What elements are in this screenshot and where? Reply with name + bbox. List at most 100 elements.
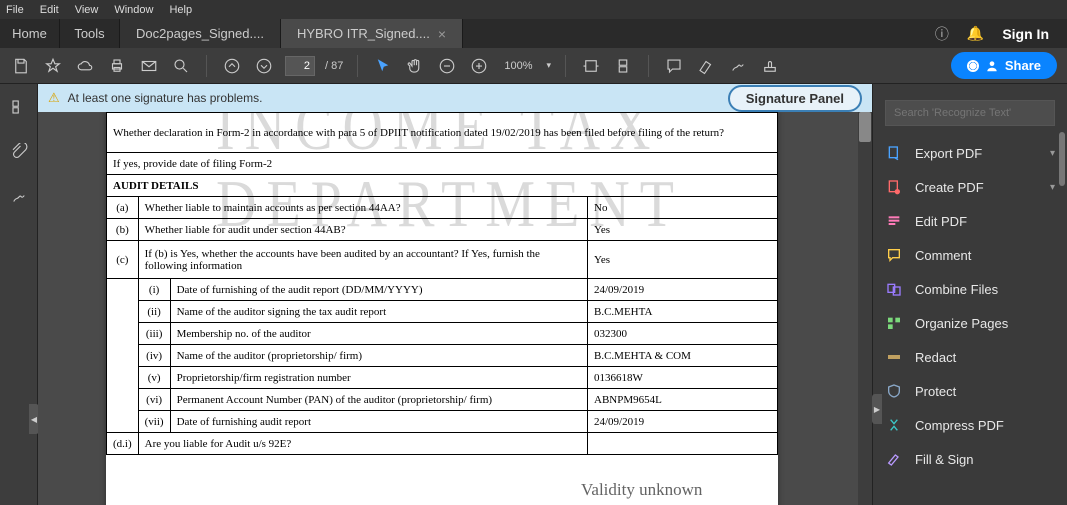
cell-vii-v: 24/09/2019: [588, 411, 778, 433]
edit-icon: [885, 212, 903, 230]
tool-create-pdf[interactable]: Create PDF ▾: [873, 170, 1067, 204]
menu-view[interactable]: View: [75, 4, 99, 16]
cell-iv-label: (iv): [138, 345, 170, 367]
tool-comment[interactable]: Comment: [873, 238, 1067, 272]
comment-tool-icon: [885, 246, 903, 264]
page-down-icon[interactable]: [253, 55, 275, 77]
page-canvas: INCOME TAX DEPARTMENT Validity unknown W…: [106, 112, 778, 505]
menu-file[interactable]: File: [6, 4, 24, 16]
highlight-icon[interactable]: [695, 55, 717, 77]
tool-edit-label: Edit PDF: [915, 214, 967, 229]
zoom-in-icon[interactable]: [468, 55, 490, 77]
tool-edit-pdf[interactable]: Edit PDF: [873, 204, 1067, 238]
cell-iii-v: 032300: [588, 323, 778, 345]
star-icon[interactable]: [42, 55, 64, 77]
tool-fill-sign[interactable]: Fill & Sign: [873, 442, 1067, 476]
tool-compress[interactable]: Compress PDF: [873, 408, 1067, 442]
export-icon: [885, 144, 903, 162]
tool-protect[interactable]: Protect: [873, 374, 1067, 408]
tool-combine-label: Combine Files: [915, 282, 998, 297]
tool-export-pdf[interactable]: Export PDF ▾: [873, 136, 1067, 170]
person-icon: [985, 59, 999, 73]
menu-help[interactable]: Help: [169, 4, 192, 16]
cell-v-v: 0136618W: [588, 367, 778, 389]
comment-icon[interactable]: [663, 55, 685, 77]
page-number-input[interactable]: [285, 56, 315, 76]
bell-icon[interactable]: 🔔: [967, 25, 984, 42]
cell-di-label: (d.i): [107, 433, 139, 455]
search-icon[interactable]: [170, 55, 192, 77]
row-form2-date: If yes, provide date of filing Form-2: [107, 153, 778, 175]
combine-icon: [885, 280, 903, 298]
tab-strip: Home Tools Doc2pages_Signed.... HYBRO IT…: [0, 19, 1067, 48]
attachments-icon[interactable]: [10, 143, 28, 166]
scroll-thumb[interactable]: [859, 112, 871, 142]
tab-right-controls: ⓘ 🔔 Sign In: [935, 19, 1067, 48]
zoom-out-icon[interactable]: [436, 55, 458, 77]
tab-doc2[interactable]: HYBRO ITR_Signed.... ×: [281, 19, 463, 48]
tool-redact[interactable]: Redact: [873, 340, 1067, 374]
document-viewport[interactable]: ⚠︎ At least one signature has problems. …: [38, 84, 872, 505]
audit-header: AUDIT DETAILS: [107, 175, 778, 197]
tools-search-input[interactable]: [885, 100, 1055, 126]
tab-home[interactable]: Home: [0, 19, 60, 48]
menu-bar: File Edit View Window Help: [0, 0, 1067, 19]
cell-a-v: No: [588, 197, 778, 219]
tools-list: Export PDF ▾ Create PDF ▾ Edit PDF Comme…: [873, 136, 1067, 505]
stamp-icon[interactable]: [759, 55, 781, 77]
zoom-dropdown-icon[interactable]: ▾: [547, 60, 552, 71]
sign-in-link[interactable]: Sign In: [1002, 26, 1049, 42]
menu-window[interactable]: Window: [114, 4, 153, 16]
cell-c-v: Yes: [588, 241, 778, 279]
share-label: Share: [1005, 58, 1041, 73]
cell-vi-v: ABNPM9654L: [588, 389, 778, 411]
cell-iv-v: B.C.MEHTA & COM: [588, 345, 778, 367]
cell-i-label: (i): [138, 279, 170, 301]
hand-icon[interactable]: [404, 55, 426, 77]
tool-export-label: Export PDF: [915, 146, 982, 161]
help-icon[interactable]: ⓘ: [935, 24, 949, 44]
cell-c-spacer: [107, 279, 139, 433]
mail-icon[interactable]: [138, 55, 160, 77]
shield-icon: [885, 382, 903, 400]
cell-v-q: Proprietorship/firm registration number: [170, 367, 587, 389]
redact-icon: [885, 348, 903, 366]
tool-combine[interactable]: Combine Files: [873, 272, 1067, 306]
menu-edit[interactable]: Edit: [40, 4, 59, 16]
scroll-mode-icon[interactable]: [612, 55, 634, 77]
tool-redact-label: Redact: [915, 350, 956, 365]
share-button[interactable]: Share: [951, 52, 1057, 79]
chevron-down-icon: ▾: [1050, 182, 1055, 193]
tools-panel-scrollbar[interactable]: [1059, 132, 1065, 186]
fit-width-icon[interactable]: [580, 55, 602, 77]
cell-b-label: (b): [107, 219, 139, 241]
create-icon: [885, 178, 903, 196]
cell-c-label: (c): [107, 241, 139, 279]
signature-rail-icon[interactable]: [10, 188, 28, 211]
left-nav-rail: [0, 84, 38, 505]
doc-scrollbar[interactable]: [858, 112, 872, 505]
cloud-icon[interactable]: [74, 55, 96, 77]
signature-panel-button[interactable]: Signature Panel: [728, 85, 862, 112]
thumbnails-icon[interactable]: [10, 98, 28, 121]
content-area: ◀ ⚠︎ At least one signature has problems…: [0, 84, 1067, 505]
close-icon[interactable]: ×: [438, 26, 446, 42]
save-icon[interactable]: [10, 55, 32, 77]
cell-vii-label: (vii): [138, 411, 170, 433]
cursor-icon[interactable]: [372, 55, 394, 77]
cell-iii-q: Membership no. of the auditor: [170, 323, 587, 345]
tools-panel: Export PDF ▾ Create PDF ▾ Edit PDF Comme…: [872, 84, 1067, 505]
audit-table: Whether declaration in Form-2 in accorda…: [106, 112, 778, 455]
sign-icon[interactable]: [727, 55, 749, 77]
print-icon[interactable]: [106, 55, 128, 77]
right-collapse-handle[interactable]: ▶: [872, 394, 882, 424]
tab-tools[interactable]: Tools: [60, 19, 120, 48]
cell-vi-q: Permanent Account Number (PAN) of the au…: [170, 389, 587, 411]
tab-doc1[interactable]: Doc2pages_Signed....: [120, 19, 281, 48]
page-up-icon[interactable]: [221, 55, 243, 77]
cell-c-q: If (b) is Yes, whether the accounts have…: [138, 241, 587, 279]
tool-organize[interactable]: Organize Pages: [873, 306, 1067, 340]
cell-v-label: (v): [138, 367, 170, 389]
cell-ii-q: Name of the auditor signing the tax audi…: [170, 301, 587, 323]
tool-compress-label: Compress PDF: [915, 418, 1004, 433]
